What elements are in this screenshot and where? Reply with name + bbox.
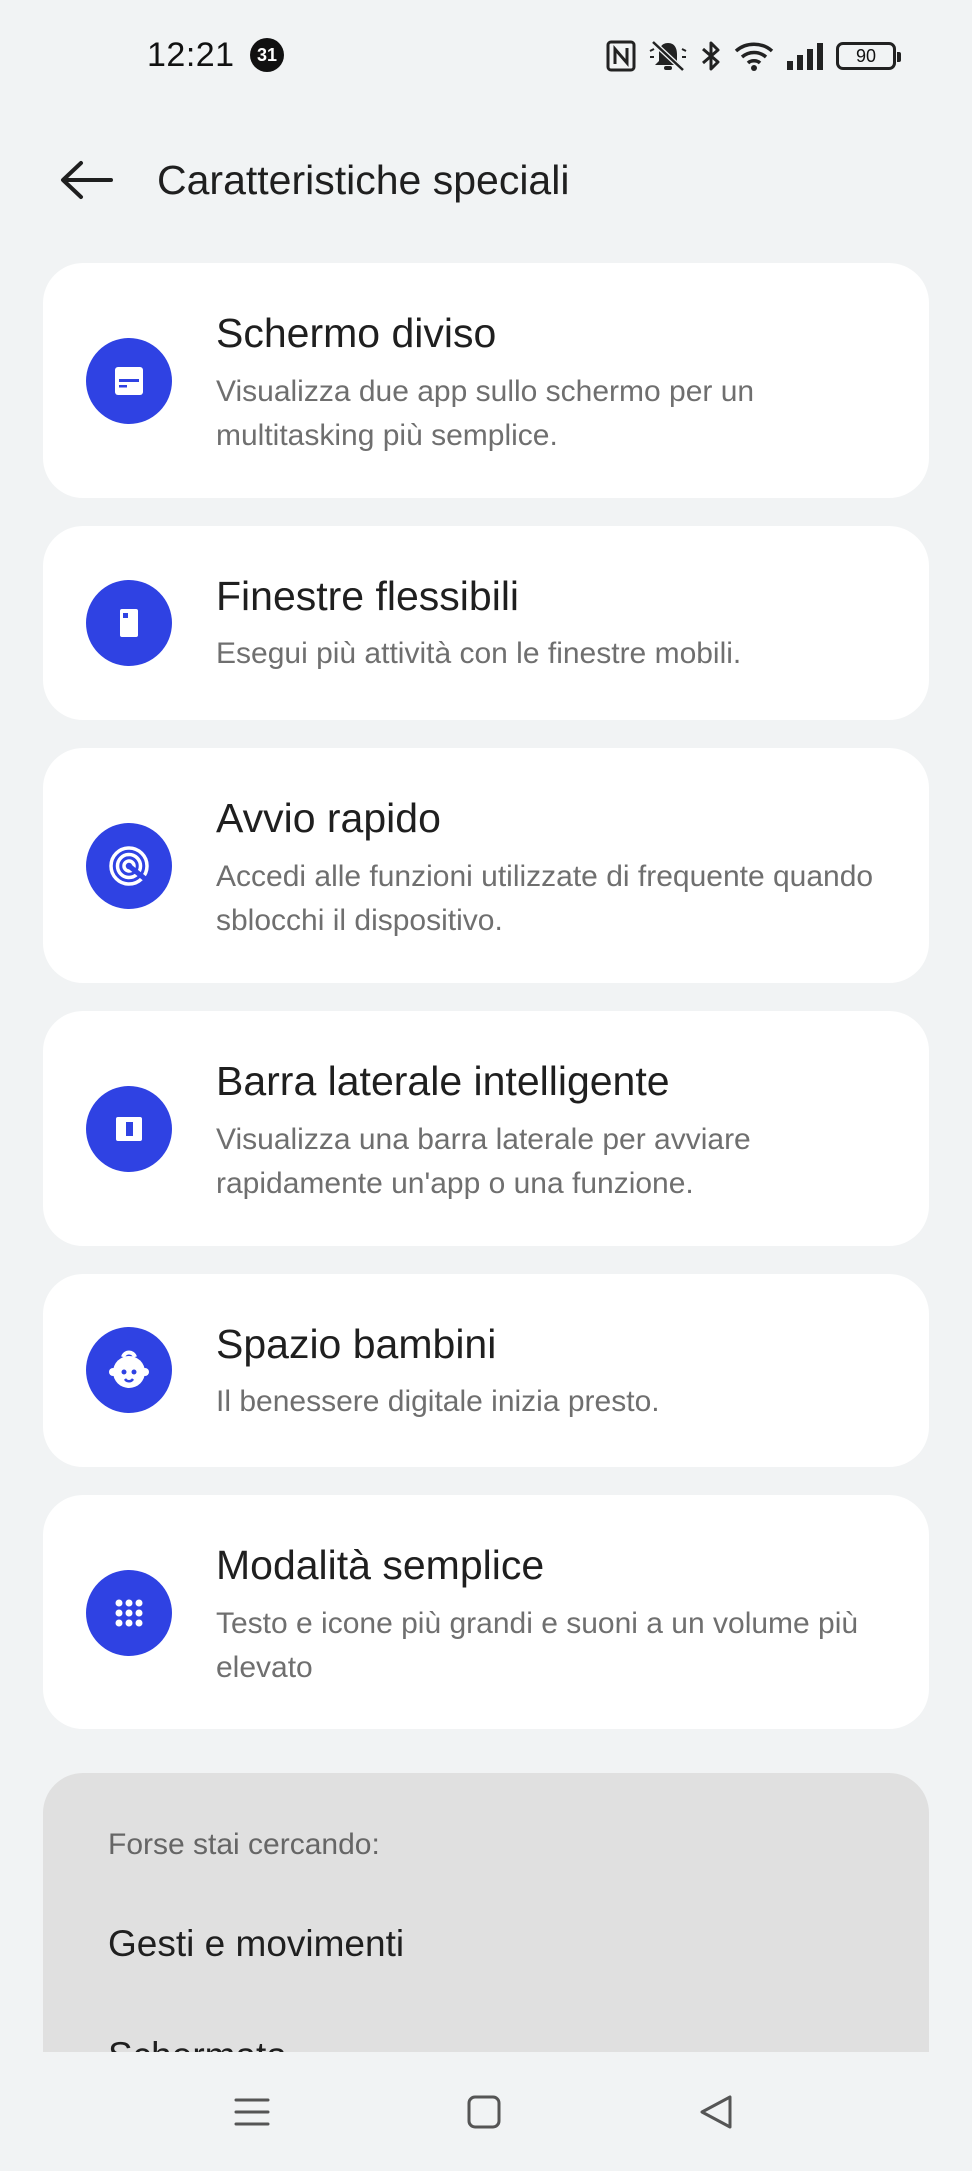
- feature-description: Testo e icone più grandi e suoni a un vo…: [216, 1607, 859, 1684]
- back-button[interactable]: [56, 155, 116, 205]
- suggestion-item-gestures[interactable]: Gesti e movimenti: [108, 1923, 404, 1965]
- screen: 12:21 31 90 Caratteristiche speciali Sch…: [0, 0, 972, 2171]
- feature-card-split-screen[interactable]: Schermo diviso Visualizza due app sullo …: [43, 263, 929, 498]
- page-title: Caratteristiche speciali: [157, 157, 570, 203]
- feature-card-simple-mode[interactable]: Modalità semplice Testo e icone più gran…: [43, 1495, 929, 1729]
- battery-icon: 90: [836, 42, 901, 70]
- menu-icon: [234, 2098, 270, 2126]
- signal-icon: [786, 41, 824, 71]
- recent-apps-button[interactable]: [222, 2082, 282, 2142]
- split-screen-icon: [86, 338, 172, 424]
- feature-description: Visualizza una barra laterale per avviar…: [216, 1123, 751, 1200]
- sidebar-icon: [86, 1086, 172, 1172]
- nav-back-button[interactable]: [686, 2082, 746, 2142]
- suggestions-title: Forse stai cercando:: [108, 1828, 380, 1861]
- battery-level: 90: [855, 46, 877, 66]
- feature-card-smart-sidebar[interactable]: Barra laterale intelligente Visualizza u…: [43, 1011, 929, 1246]
- feature-description: Il benessere digitale inizia presto.: [216, 1385, 660, 1418]
- fingerprint-icon: [86, 823, 172, 909]
- bluetooth-icon: [700, 39, 722, 73]
- feature-title: Barra laterale intelligente: [216, 1058, 670, 1104]
- nfc-icon: [606, 40, 636, 72]
- feature-description: Visualizza due app sullo schermo per un …: [216, 375, 755, 452]
- feature-title: Schermo diviso: [216, 310, 497, 356]
- feature-title: Modalità semplice: [216, 1542, 545, 1588]
- kid-face-icon: [86, 1327, 172, 1413]
- feature-description: Accedi alle funzioni utilizzate di frequ…: [216, 860, 874, 937]
- feature-title: Avvio rapido: [216, 795, 441, 841]
- home-icon: [467, 2095, 501, 2129]
- feature-title: Finestre flessibili: [216, 573, 520, 619]
- flexible-window-icon: [86, 580, 172, 666]
- wifi-icon: [734, 40, 774, 72]
- grid-dots-icon: [86, 1570, 172, 1656]
- feature-card-flexible-windows[interactable]: Finestre flessibili Esegui più attività …: [43, 526, 929, 720]
- home-button[interactable]: [454, 2082, 514, 2142]
- status-bar: 12:21 31 90: [0, 0, 972, 115]
- navigation-bar: [0, 2052, 972, 2171]
- arrow-left-icon: [61, 161, 113, 199]
- header: Caratteristiche speciali: [0, 135, 972, 225]
- muted-bell-icon: [648, 39, 688, 73]
- notification-badge: 31: [250, 38, 284, 72]
- back-triangle-icon: [700, 2095, 732, 2129]
- feature-card-kids-space[interactable]: Spazio bambini Il benessere digitale ini…: [43, 1274, 929, 1467]
- feature-description: Esegui più attività con le finestre mobi…: [216, 637, 742, 670]
- status-time: 12:21: [147, 36, 235, 74]
- feature-title: Spazio bambini: [216, 1321, 497, 1367]
- status-icons: 90: [606, 36, 901, 76]
- feature-card-quick-launch[interactable]: Avvio rapido Accedi alle funzioni utiliz…: [43, 748, 929, 983]
